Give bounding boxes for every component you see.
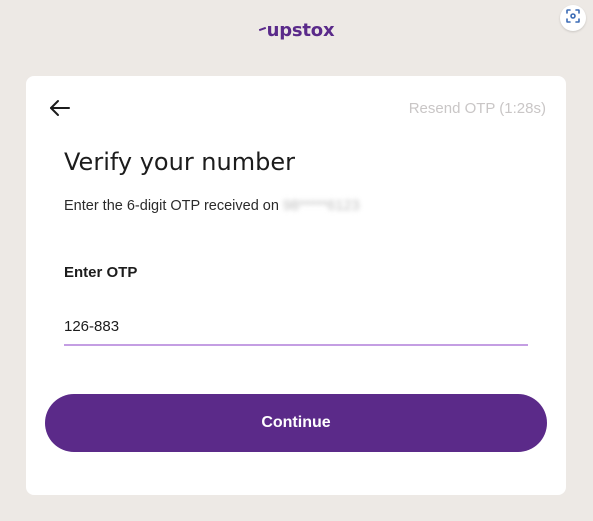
scan-button[interactable] xyxy=(560,5,586,31)
arrow-left-icon xyxy=(49,99,71,122)
otp-label: Enter OTP xyxy=(64,264,138,281)
continue-button[interactable]: Continue xyxy=(45,394,547,452)
page-title: Verify your number xyxy=(64,148,295,176)
logo-mark xyxy=(258,26,266,32)
scan-icon xyxy=(566,8,580,28)
otp-instruction: Enter the 6-digit OTP received on 98*****… xyxy=(64,198,360,214)
back-button[interactable] xyxy=(48,98,72,122)
upstox-logo: upstox xyxy=(0,20,593,41)
otp-input[interactable] xyxy=(64,308,528,346)
resend-otp-link: Resend OTP (1:28s) xyxy=(408,100,546,117)
masked-phone-number: 98*****6123 xyxy=(282,198,360,214)
logo-text: upstox xyxy=(266,20,335,41)
instruction-text: Enter the 6-digit OTP received on xyxy=(64,198,279,214)
otp-card: Resend OTP (1:28s) Verify your number En… xyxy=(26,76,566,495)
